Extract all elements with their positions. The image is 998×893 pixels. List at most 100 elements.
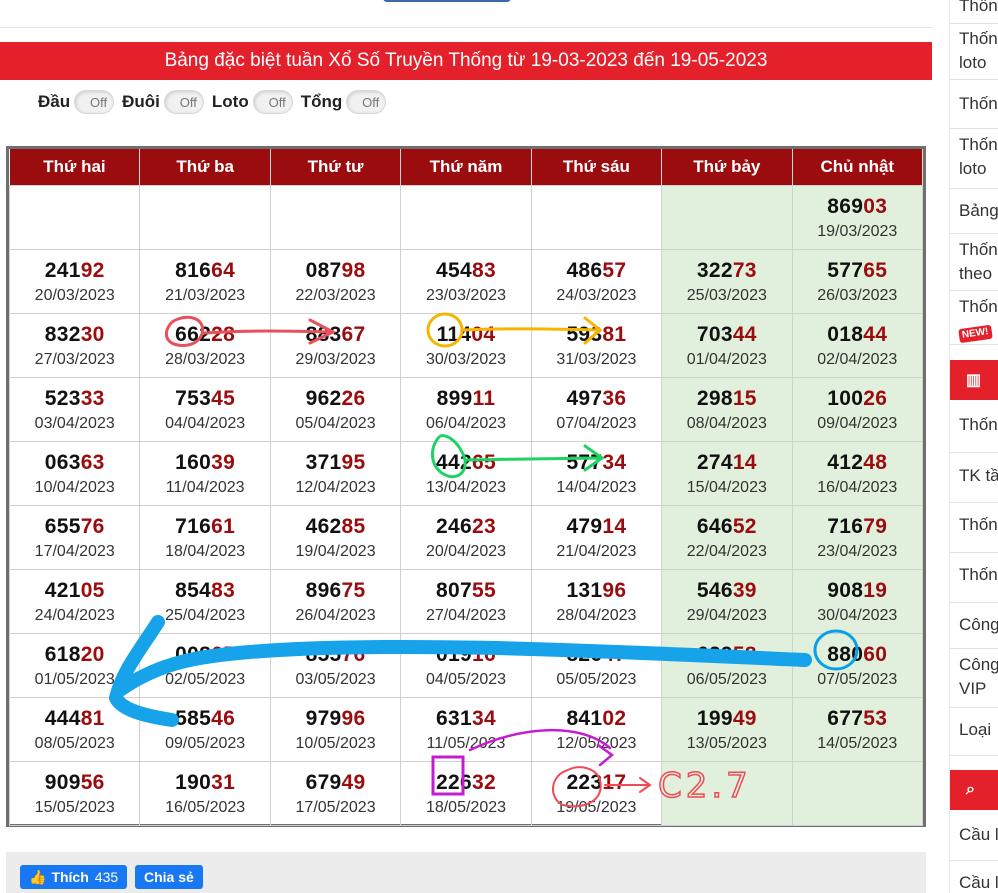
result-number: 01844	[793, 323, 922, 347]
top-button[interactable]	[383, 0, 511, 2]
result-number-head: 883	[305, 322, 342, 346]
result-date: 15/04/2023	[686, 478, 767, 496]
result-number-head: 063	[44, 450, 81, 474]
result-number-tail: 57	[602, 258, 627, 282]
result-number: 10026	[793, 387, 922, 411]
toggle-label-loto: Loto	[211, 92, 249, 111]
result-cell: 66228 28/03/2023	[139, 313, 271, 378]
result-date: 08/05/2023	[34, 734, 115, 752]
sidebar-item-6-label: Thốn	[959, 297, 998, 316]
result-number: 44265	[401, 451, 530, 475]
sidebar-item-3[interactable]: Thốn loto	[950, 131, 998, 189]
result-date: 06/04/2023	[425, 414, 507, 432]
result-date: 20/04/2023	[425, 542, 507, 560]
result-number: 16039	[140, 451, 269, 475]
sidebar-item-13[interactable]: Loại	[950, 710, 998, 756]
result-number-head: 899	[436, 386, 473, 410]
result-number-head: 444	[44, 706, 81, 730]
result-date: 14/05/2023	[817, 734, 898, 752]
sidebar-item-12[interactable]: Công VIP	[950, 651, 998, 708]
toggle-tong-switch[interactable]: Off	[346, 90, 387, 114]
result-number: 46285	[271, 515, 400, 539]
result-number-tail: 45	[211, 386, 236, 410]
sidebar-item-10[interactable]: Thốn	[950, 555, 998, 603]
result-number-head: 703	[696, 322, 733, 346]
result-number-head: 841	[566, 706, 603, 730]
result-number-head: 008	[175, 642, 212, 666]
result-number-head: 371	[305, 450, 342, 474]
result-number-tail: 85	[341, 514, 366, 538]
result-cell: 44481 08/05/2023	[8, 697, 141, 762]
sidebar-item-2[interactable]: Thốn	[950, 82, 998, 129]
result-number-head: 322	[696, 258, 733, 282]
result-date: 10/05/2023	[295, 734, 376, 752]
result-number-tail: 63	[80, 450, 105, 474]
result-date: 19/05/2023	[556, 798, 637, 816]
sidebar-item-0[interactable]: Thốn	[950, 0, 998, 24]
toggle-loto-switch[interactable]: Off	[252, 90, 293, 114]
result-cell: 00865 02/05/2023	[139, 633, 271, 698]
result-cell: 47914 21/04/2023	[530, 505, 663, 570]
share-button[interactable]: Chia sẻ	[135, 865, 203, 889]
result-cell: 85483 25/04/2023	[139, 569, 271, 634]
result-number-head: 646	[696, 514, 733, 538]
result-cell: 80755 27/04/2023	[400, 569, 532, 634]
result-number-tail: 49	[341, 770, 366, 794]
sidebar-item-1[interactable]: Thốn loto	[950, 25, 998, 80]
result-number: 57765	[793, 259, 922, 283]
result-date: 28/04/2023	[556, 606, 637, 624]
sidebar-item-6[interactable]: Thốn NEW!	[950, 293, 998, 345]
result-date: 27/03/2023	[34, 350, 115, 368]
result-number: 89911	[401, 387, 530, 411]
sidebar-item-8[interactable]: TK tầ	[950, 455, 998, 503]
result-number-tail: 58	[732, 642, 757, 666]
result-date: 12/05/2023	[556, 734, 637, 752]
results-table-wrapper: Thứ hai Thứ ba Thứ tư Thứ năm Thứ sáu Th…	[6, 146, 926, 827]
result-number-head: 896	[305, 578, 342, 602]
result-number: 83230	[10, 323, 139, 347]
result-number-tail: 73	[732, 258, 757, 282]
col-header-sun: Chủ nhật	[792, 149, 924, 186]
table-row: 65576 17/04/2023 71661 18/04/2023 46285 19/04…	[8, 505, 924, 570]
result-cell: 54639 29/04/2023	[661, 569, 793, 634]
result-date: 08/04/2023	[686, 414, 767, 432]
like-button[interactable]: 👍 Thích 435	[20, 865, 128, 889]
page-title: Bảng đặc biệt tuần Xổ Số Truyền Thống từ…	[0, 42, 932, 80]
result-number-head: 114	[436, 322, 472, 346]
sidebar-item-5[interactable]: Thốn theo	[950, 236, 998, 291]
sidebar-item-4[interactable]: Bảng	[950, 191, 998, 234]
result-cell: 58546 09/05/2023	[139, 697, 271, 762]
result-date: 19/04/2023	[295, 542, 376, 560]
toggle-dau-switch[interactable]: Off	[74, 90, 115, 114]
result-number-tail: 14	[602, 514, 627, 538]
sidebar-cau-item-1[interactable]: Cầu l	[950, 863, 998, 893]
sidebar-item-7[interactable]: Thốn	[950, 405, 998, 453]
result-cell: 61820 01/05/2023	[8, 633, 141, 698]
result-number-head: 100	[827, 386, 864, 410]
result-date: 15/05/2023	[34, 798, 115, 816]
result-number-tail: 28	[211, 322, 236, 346]
result-number-tail: 02	[602, 706, 627, 730]
result-number: 65576	[10, 515, 139, 539]
result-number-head: 753	[175, 386, 212, 410]
result-number-head: 190	[175, 770, 212, 794]
stats-section-header: ▥	[950, 360, 998, 400]
toggle-duoi-switch[interactable]: Off	[163, 90, 204, 114]
result-number-head: 226	[436, 770, 472, 794]
result-cell: 22317 19/05/2023	[530, 761, 663, 826]
table-row: 83230 27/03/2023 66228 28/03/2023 88367 29/03…	[8, 313, 924, 378]
sidebar-cau-item-0[interactable]: Cầu l	[950, 815, 998, 861]
result-number-tail: 61	[211, 514, 236, 538]
sidebar-item-11[interactable]: Công	[950, 605, 998, 649]
result-date: 29/04/2023	[686, 606, 767, 624]
result-number-head: 486	[566, 258, 603, 282]
result-number-head: 577	[566, 450, 603, 474]
result-number: 86903	[793, 195, 922, 219]
result-number: 63134	[401, 707, 530, 731]
result-date: 30/04/2023	[817, 606, 898, 624]
col-header-mon: Thứ hai	[9, 149, 141, 186]
sidebar-item-9[interactable]: Thốn	[950, 505, 998, 553]
result-number-tail: 53	[863, 706, 888, 730]
result-cell: 29815 08/04/2023	[661, 377, 793, 442]
result-cell: 11404 30/03/2023	[400, 313, 532, 378]
